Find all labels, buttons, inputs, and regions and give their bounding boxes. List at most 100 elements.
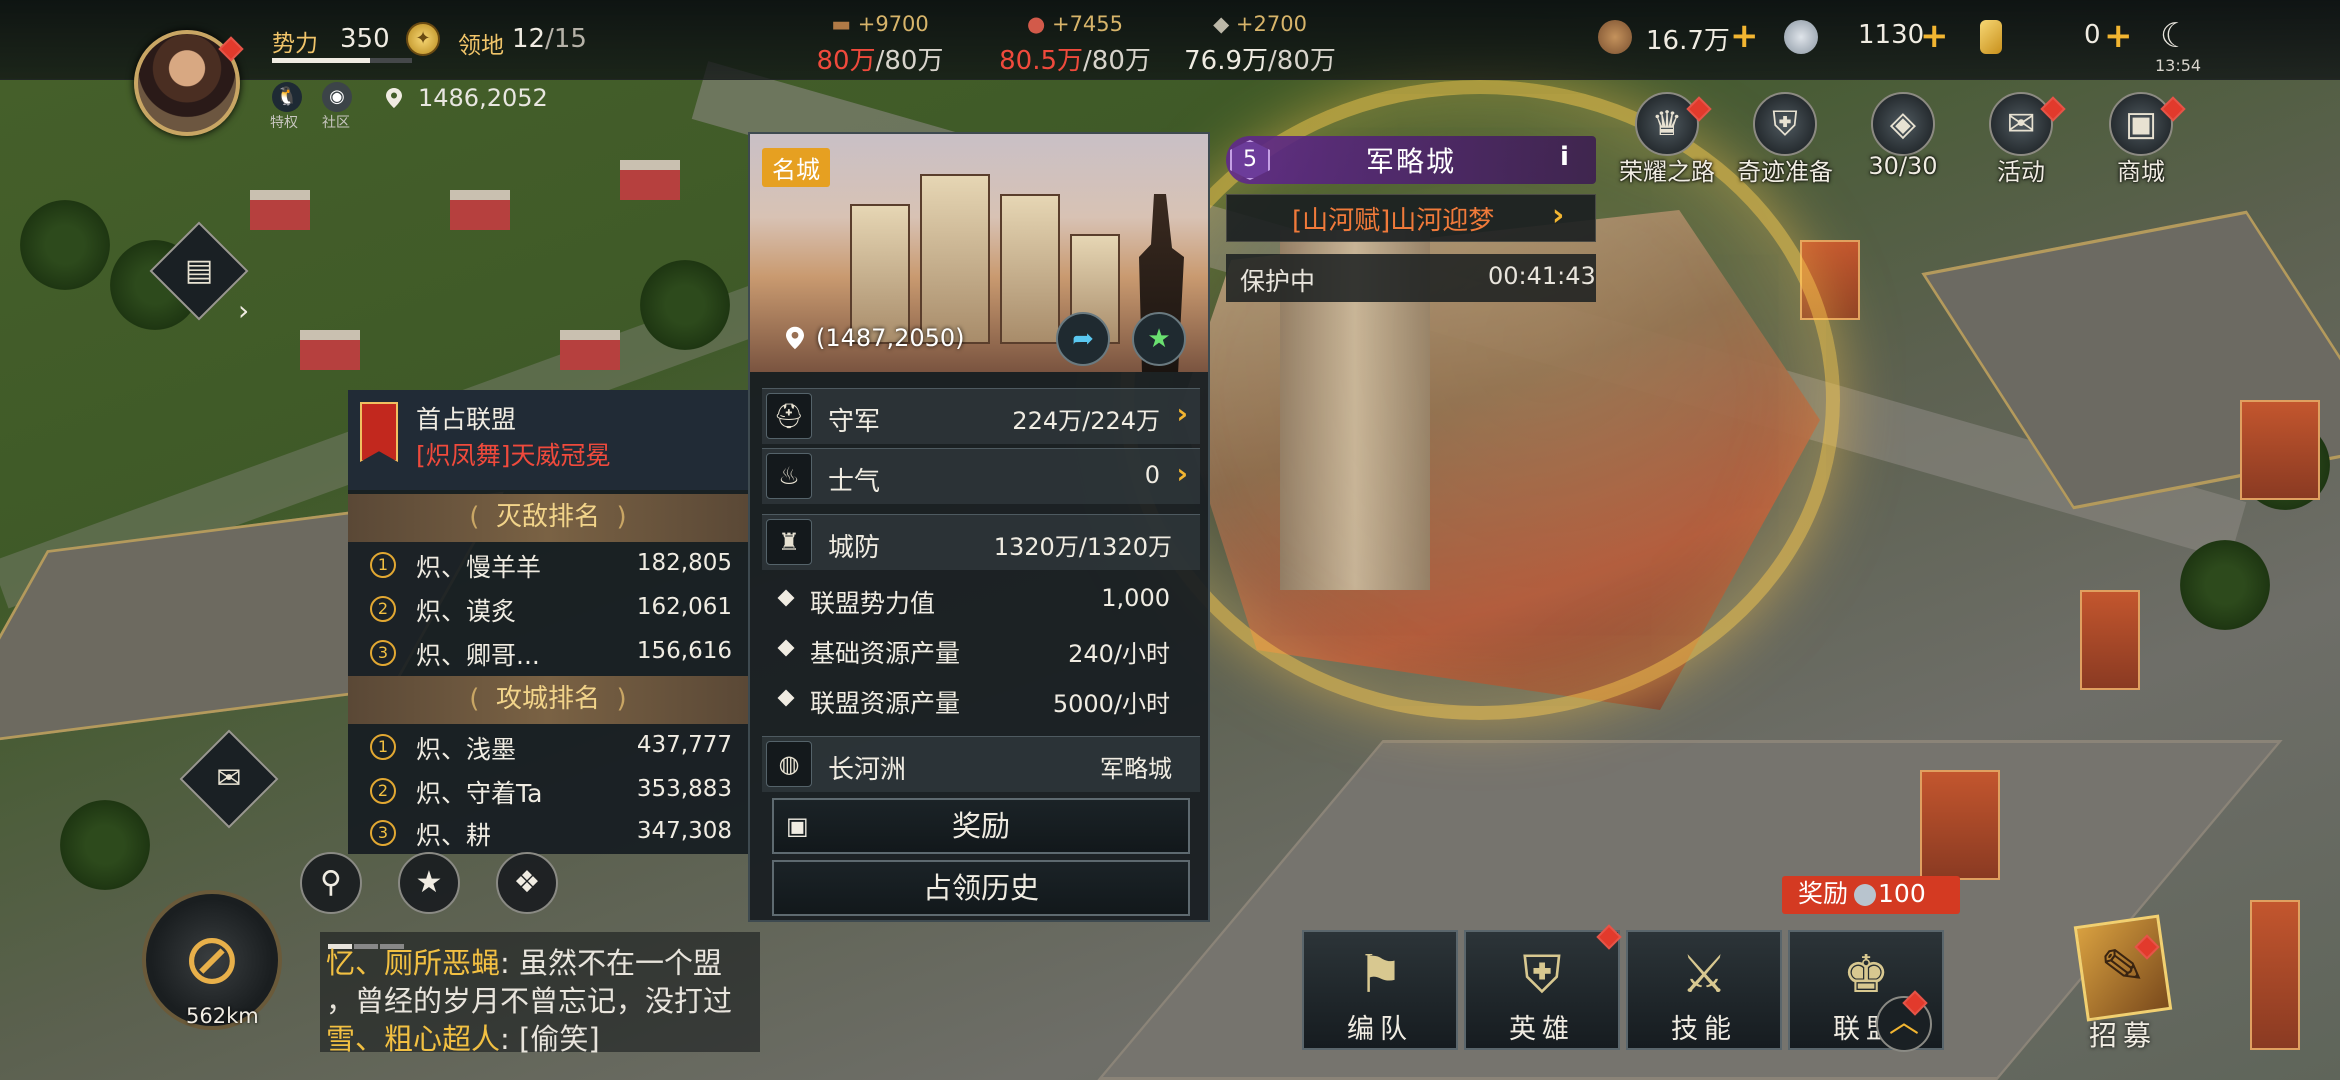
rank-row[interactable]: 2 炽、守着Ta 353,883: [348, 770, 748, 814]
add-silver-button[interactable]: +: [1920, 16, 1949, 56]
power-label: 势力: [272, 31, 318, 57]
chat-message[interactable]: 忆、厕所恶蝇: 虽然不在一个盟: [326, 940, 722, 982]
alliance-rank-panel: 首占联盟 [炽凤舞]天威冠冕 ( 灭敌排名 ) 1 炽、慢羊羊 182,805 2炽…: [348, 390, 748, 854]
player-coords[interactable]: 1486,2052: [418, 84, 548, 112]
copper-coin-icon: [1598, 20, 1632, 54]
recruit-button[interactable]: ✎ 招募: [2058, 914, 2188, 1060]
chest-icon: ▣: [2109, 92, 2173, 156]
pillar: [1920, 770, 2000, 880]
compass-distance: 562km: [186, 1004, 259, 1028]
rank-row[interactable]: 1 炽、慢羊羊 182,805: [348, 544, 748, 588]
hero-button[interactable]: ⛨ 英雄: [1464, 930, 1620, 1050]
resource-stone[interactable]: ◆ +2700 76.9万/80万: [1160, 12, 1360, 77]
chat-message[interactable]: 雪、粗心超人: [偷笑]: [326, 1016, 600, 1058]
moon-icon: ☾: [2160, 16, 2191, 56]
event-title[interactable]: [山河赋]山河迎梦: [1292, 200, 1494, 237]
occupation-history-button[interactable]: 占领历史: [772, 860, 1190, 916]
community-label: 社区: [322, 115, 350, 131]
reward-button[interactable]: ▣ 奖励: [772, 798, 1190, 854]
favorite-star-button[interactable]: ★: [1132, 312, 1186, 366]
add-copper-button[interactable]: +: [1730, 16, 1759, 56]
pillar: [2240, 400, 2320, 500]
palm-tree: [20, 200, 110, 290]
pillar: [2080, 590, 2140, 690]
envelope-icon: ✉: [216, 761, 242, 796]
rank-row[interactable]: 3 炽、卿哥... 156,616: [348, 632, 748, 676]
famous-city-tag: 名城: [762, 148, 830, 187]
currency-silver: 1130: [1858, 20, 1925, 50]
crossed-swords-icon: ⚔: [1680, 945, 1728, 1005]
house: [450, 190, 510, 230]
city-illustration: 名城 (1487,2050) ➦ ★: [750, 134, 1208, 372]
protection-timer: 00:41:43: [1488, 262, 1596, 290]
house: [560, 330, 620, 370]
currency-copper: 16.7万: [1646, 26, 1730, 56]
search-icon: ⚲: [320, 865, 342, 900]
chevron-right-icon[interactable]: ›: [1552, 198, 1564, 233]
alliance-name[interactable]: [炽凤舞]天威冠冕: [416, 436, 611, 472]
resource-meat[interactable]: ● +7455 80.5万/80万: [975, 12, 1175, 77]
location-pin-icon: [786, 326, 804, 350]
house: [620, 160, 680, 200]
alliance-power-row: 联盟势力值 1,000: [762, 578, 1200, 626]
share-button[interactable]: ➦: [1056, 312, 1110, 366]
favorites-button[interactable]: ★: [398, 852, 460, 914]
stone-icon: ◆: [1213, 12, 1236, 36]
city-coords[interactable]: (1487,2050): [816, 324, 965, 352]
chat-message[interactable]: ，曾经的岁月不曾忘记，没打过: [326, 978, 732, 1020]
info-icon[interactable]: i: [1560, 142, 1569, 172]
power-progress: [272, 58, 412, 63]
silver-coin-icon: [1784, 20, 1818, 54]
palm-tree: [60, 800, 150, 890]
menu-shield-count[interactable]: ◈ 30/30: [1848, 92, 1958, 180]
region-row: ◍ 长河洲 军略城: [762, 736, 1200, 792]
chevron-right-icon: ›: [1176, 397, 1188, 430]
reward-tag[interactable]: 奖励 100: [1782, 876, 1960, 914]
chevron-right-icon[interactable]: ›: [238, 294, 249, 327]
formation-button[interactable]: ⚑ 编队: [1302, 930, 1458, 1050]
siege-rank-header: ( 攻城排名 ): [348, 676, 748, 724]
alliance-flag-icon: [360, 402, 398, 462]
currency-gold: 0: [2084, 20, 2101, 50]
menu-wonder-prep[interactable]: ⛨ 奇迹准备: [1730, 92, 1840, 187]
castle-icon: ♜: [766, 519, 812, 565]
defense-row: ♜ 城防 1320万/1320万: [762, 514, 1200, 570]
gold-bar-icon: [1980, 20, 2002, 54]
rank-row[interactable]: 2 炽、谟炙 162,061: [348, 588, 748, 632]
meat-icon: ●: [1026, 12, 1052, 36]
silver-coin-icon: [1854, 884, 1877, 906]
recruit-book-icon: ✎: [2073, 914, 2173, 1022]
add-gold-button[interactable]: +: [2104, 16, 2133, 56]
land-value: 12/15: [512, 24, 587, 54]
first-alliance-header: 首占联盟 [炽凤舞]天威冠冕: [348, 390, 748, 490]
location-pin-icon: [386, 88, 402, 108]
grid-menu-button[interactable]: ❖: [496, 852, 558, 914]
chevron-right-icon: ›: [1176, 457, 1188, 490]
garrison-row[interactable]: ⛑ 守军 224万/224万 ›: [762, 388, 1200, 444]
palm-tree: [2180, 540, 2270, 630]
land-label: 领地: [458, 33, 504, 59]
grid-icon: ❖: [513, 865, 541, 900]
alliance-resource-row: 联盟资源产量 5000/小时: [762, 678, 1200, 726]
helmet-icon: ⛑: [766, 393, 812, 439]
flame-icon: ♨: [766, 453, 812, 499]
resource-wood[interactable]: ▬ +9700 80万/80万: [780, 12, 980, 77]
scroll-icon: ✉: [1989, 92, 2053, 156]
pillar: [2250, 900, 2300, 1050]
penguin-icon[interactable]: 🐧: [272, 82, 302, 112]
rank-row[interactable]: 3 炽、耕 347,308: [348, 812, 748, 856]
star-icon: ★: [415, 865, 443, 900]
base-resource-row: 基础资源产量 240/小时: [762, 628, 1200, 676]
flag-icon: ⚑: [1356, 945, 1404, 1005]
compass-icon: ⊘: [182, 918, 242, 1000]
globe-icon[interactable]: ◉: [322, 82, 352, 112]
wood-icon: ▬: [831, 12, 858, 36]
skill-button[interactable]: ⚔ 技能: [1626, 930, 1782, 1050]
power-value: 350: [340, 24, 390, 54]
chest-icon: ▣: [786, 812, 809, 840]
rank-row[interactable]: 1 炽、浅墨 437,777: [348, 726, 748, 770]
land-emblem-icon: ✦: [406, 22, 440, 56]
kill-rank-header: ( 灭敌排名 ): [348, 494, 748, 542]
search-button[interactable]: ⚲: [300, 852, 362, 914]
morale-row[interactable]: ♨ 士气 0 ›: [762, 448, 1200, 504]
